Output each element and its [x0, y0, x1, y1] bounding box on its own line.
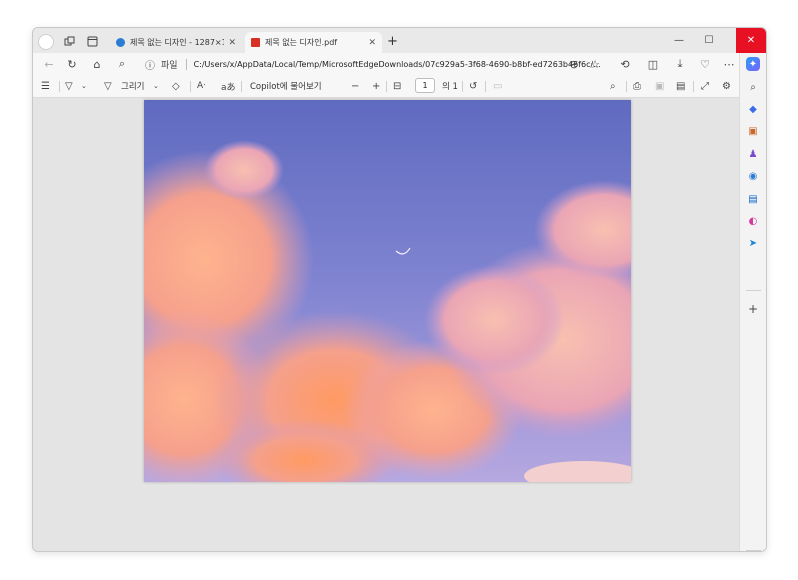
toolbar-divider: [386, 81, 387, 92]
tools-icon[interactable]: ▣: [746, 124, 760, 138]
pdf-toolbar: ☰ ▽ ⌄ ▽ 그리기 ⌄ ◇ Aᐧ aあ Copilot에 물어보기 − + …: [33, 75, 739, 98]
shopping-tag-icon[interactable]: ◆: [746, 102, 760, 116]
save-icon[interactable]: ▣: [655, 79, 664, 93]
toolbar-divider: [59, 81, 60, 92]
pdf-settings-icon[interactable]: ⚙: [722, 79, 731, 93]
toolbar-divider: [485, 81, 486, 92]
toolbar-divider: [241, 81, 242, 92]
favorite-star-icon[interactable]: ☆: [588, 57, 602, 71]
sidebar-divider: [746, 290, 761, 291]
address-bar: ← ↻ ⌂ ⌕ ⓘ 파일 C:/Users/x/AppData/Local/Te…: [33, 53, 739, 75]
translate-icon[interactable]: aあ: [221, 79, 236, 93]
url-field[interactable]: ⓘ 파일 C:/Users/x/AppData/Local/Temp/Micro…: [145, 55, 611, 73]
tab-pdf[interactable]: 제목 없는 디자인.pdf ✕: [245, 32, 382, 53]
draw-label[interactable]: 그리기: [121, 79, 144, 93]
eraser-icon[interactable]: ◇: [172, 79, 180, 93]
sky-clouds-image: [144, 100, 631, 482]
close-window-icon[interactable]: ✕: [736, 28, 766, 53]
page-number-input[interactable]: 1: [415, 78, 435, 93]
add-sidebar-app-icon[interactable]: +: [746, 302, 760, 316]
fullscreen-icon[interactable]: ⤢: [701, 79, 709, 93]
zoom-in-icon[interactable]: +: [372, 79, 380, 93]
tab-title: 제목 없는 디자인.pdf: [265, 38, 338, 47]
home-icon[interactable]: ⌂: [90, 57, 104, 71]
designer-icon[interactable]: ◐: [746, 214, 760, 228]
browser-window: 제목 없는 디자인 - 1287×1011px ✕ 제목 없는 디자인.pdf …: [32, 27, 767, 552]
toolbar-divider: [462, 81, 463, 92]
copilot-ask-button[interactable]: Copilot에 물어보기: [250, 79, 322, 93]
close-tab-icon[interactable]: ✕: [368, 38, 376, 48]
url-divider: [185, 58, 187, 70]
new-tab-icon[interactable]: +: [387, 34, 398, 49]
close-tab-icon[interactable]: ✕: [228, 38, 236, 48]
url-scheme-label: 파일: [161, 60, 178, 71]
tab-image[interactable]: 제목 없는 디자인 - 1287×1011px ✕: [110, 32, 242, 53]
sidebar-divider: [746, 550, 761, 551]
find-icon[interactable]: ⌕: [610, 79, 616, 93]
read-aloud-icon[interactable]: Aᐧ: [197, 79, 205, 93]
edge-sidebar: ✦ ⌕ ◆ ▣ ♟ ◉ ▤ ◐ ➤ + ⚙: [739, 53, 766, 551]
pdf-favicon-icon: [251, 38, 260, 47]
games-icon[interactable]: ♟: [746, 147, 760, 161]
m365-icon[interactable]: ◉: [746, 169, 760, 183]
zoom-icon[interactable]: ⊖: [567, 57, 581, 71]
copilot-icon[interactable]: ✦: [746, 57, 760, 71]
page-view-icon[interactable]: ▭: [493, 79, 502, 93]
drop-icon[interactable]: ➤: [746, 236, 760, 250]
back-icon[interactable]: ←: [42, 57, 56, 71]
rotate-icon[interactable]: ↺: [469, 79, 477, 93]
workspaces-icon[interactable]: [61, 33, 77, 49]
highlighter-icon[interactable]: ▽: [65, 79, 73, 93]
toolbar-divider: [190, 81, 191, 92]
outlook-icon[interactable]: ▤: [746, 192, 760, 206]
url-text: C:/Users/x/AppData/Local/Temp/MicrosoftE…: [193, 59, 601, 69]
extensions-icon[interactable]: ⟲: [618, 57, 632, 71]
title-bar: 제목 없는 디자인 - 1287×1011px ✕ 제목 없는 디자인.pdf …: [33, 28, 766, 53]
pdf-viewer[interactable]: [33, 98, 739, 551]
toolbar-divider: [626, 81, 627, 92]
minimize-icon[interactable]: —: [664, 28, 694, 53]
print-icon[interactable]: ⎙: [633, 79, 641, 93]
downloads-icon[interactable]: ⤓: [673, 57, 687, 71]
profile-icon[interactable]: [38, 34, 54, 50]
toolbar-divider: [693, 81, 694, 92]
search-icon[interactable]: ⌕: [746, 80, 760, 94]
tab-actions-icon[interactable]: [84, 33, 100, 49]
maximize-icon[interactable]: ☐: [694, 28, 724, 53]
list-icon[interactable]: ☰: [41, 79, 50, 93]
search-icon[interactable]: ⌕: [115, 57, 129, 71]
pen-icon[interactable]: ▽: [104, 79, 112, 93]
save-as-icon[interactable]: ▤: [676, 79, 685, 93]
refresh-icon[interactable]: ↻: [65, 57, 79, 71]
pdf-page: [144, 100, 631, 482]
chevron-down-icon[interactable]: ⌄: [81, 79, 87, 93]
tab-title: 제목 없는 디자인 - 1287×1011px: [130, 38, 224, 47]
page-total-label: 의 1: [442, 82, 458, 92]
info-icon[interactable]: ⓘ: [145, 57, 155, 72]
fit-page-icon[interactable]: ⊟: [393, 79, 401, 93]
more-menu-icon[interactable]: ⋯: [722, 57, 736, 71]
split-screen-icon[interactable]: ◫: [646, 57, 660, 71]
browser-essentials-icon[interactable]: ♡: [698, 57, 712, 71]
chevron-down-icon[interactable]: ⌄: [153, 79, 159, 93]
edge-favicon-icon: [116, 38, 125, 47]
zoom-out-icon[interactable]: −: [351, 79, 359, 93]
